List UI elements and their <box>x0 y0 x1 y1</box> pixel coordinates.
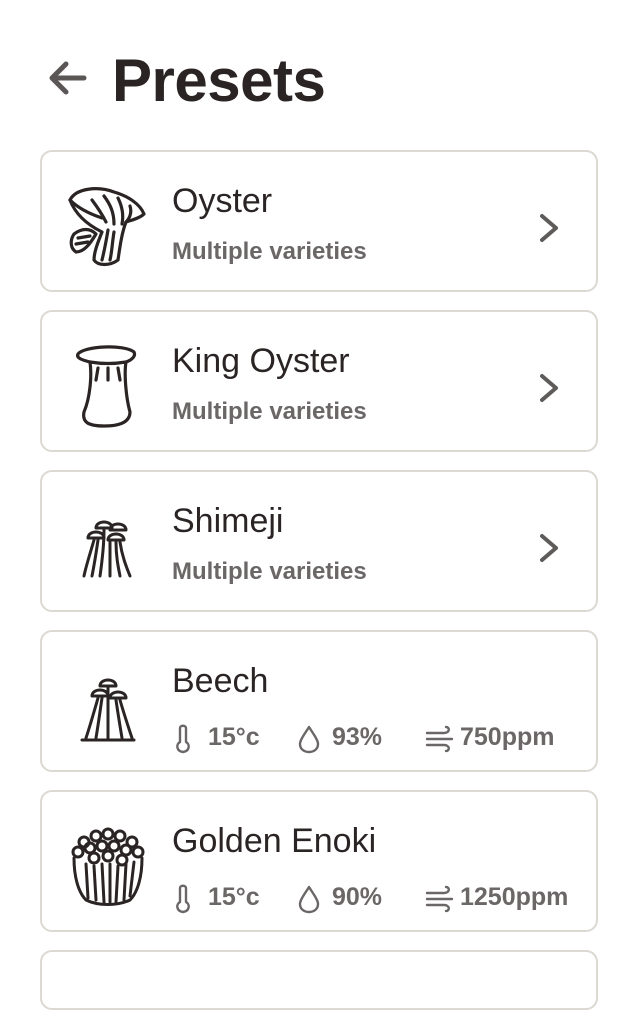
temperature-value: 15°c <box>208 723 260 751</box>
co2-value: 750ppm <box>460 723 555 751</box>
back-button[interactable] <box>44 56 92 100</box>
water-drop-icon <box>298 885 320 914</box>
king-oyster-mushroom-icon <box>76 345 137 428</box>
wind-icon <box>425 725 454 753</box>
preset-subtitle: Multiple varieties <box>172 558 367 585</box>
arrow-left-icon <box>49 61 87 95</box>
chevron-right-icon <box>540 374 558 402</box>
humidity-value: 93% <box>332 723 383 751</box>
wind-icon <box>425 885 454 913</box>
preset-subtitle: Multiple varieties <box>172 398 367 425</box>
preset-name: King Oyster <box>172 342 350 380</box>
enoki-mushroom-icon <box>71 827 145 906</box>
preset-name: Beech <box>172 662 269 700</box>
beech-mushroom-icon <box>80 678 136 742</box>
preset-card-partial[interactable] <box>40 950 598 1010</box>
preset-card-beech[interactable]: Beech 15°c 93% 750ppm <box>40 630 598 772</box>
temperature-value: 15°c <box>208 883 260 911</box>
oyster-mushroom-icon <box>68 187 146 267</box>
co2-value: 1250ppm <box>460 883 569 911</box>
shimeji-mushroom-icon <box>82 520 132 578</box>
preset-subtitle: Multiple varieties <box>172 238 367 265</box>
chevron-right-icon <box>540 214 558 242</box>
chevron-right-icon <box>540 534 558 562</box>
preset-name: Golden Enoki <box>172 822 377 860</box>
thermometer-icon <box>176 724 190 754</box>
preset-card-king-oyster[interactable]: King Oyster Multiple varieties <box>40 310 598 452</box>
preset-card-oyster[interactable]: Oyster Multiple varieties <box>40 150 598 292</box>
preset-name: Shimeji <box>172 502 284 540</box>
preset-card-shimeji[interactable]: Shimeji Multiple varieties <box>40 470 598 612</box>
humidity-value: 90% <box>332 883 383 911</box>
thermometer-icon <box>176 884 190 914</box>
preset-card-golden-enoki[interactable]: Golden Enoki 15°c 90% 1250ppm <box>40 790 598 932</box>
preset-name: Oyster <box>172 182 273 220</box>
water-drop-icon <box>298 725 320 754</box>
page-title: Presets <box>112 47 326 114</box>
header: Presets <box>0 40 640 120</box>
